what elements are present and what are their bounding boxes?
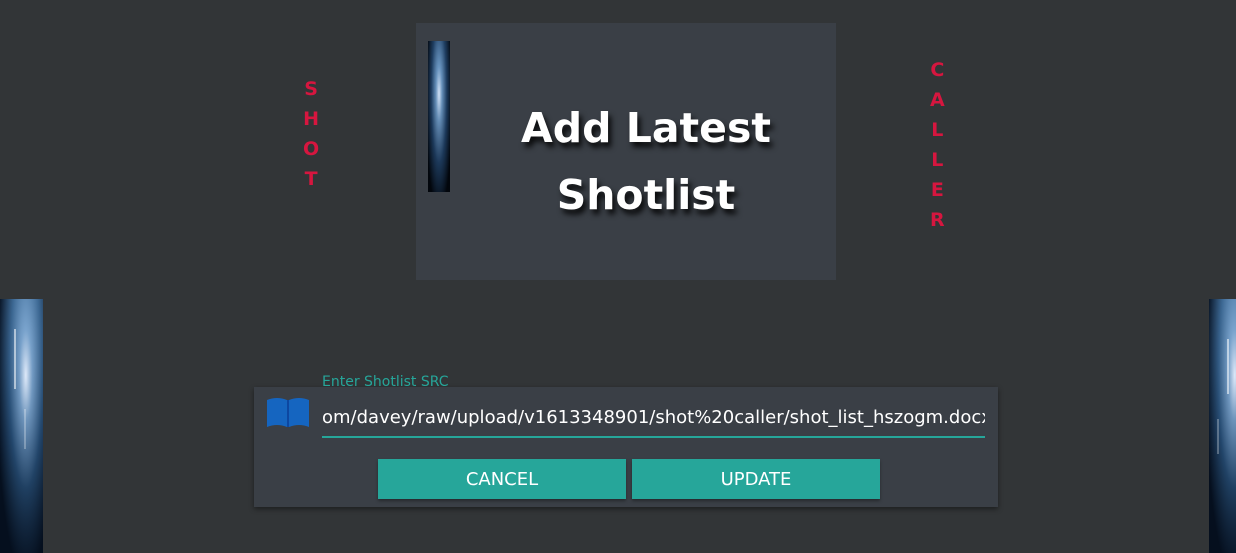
brand-letter: T: [304, 168, 318, 190]
page-title: Add Latest Shotlist: [476, 95, 816, 229]
brand-word-shot: S H O T: [303, 74, 319, 194]
brand-letter: R: [930, 209, 945, 231]
book-icon: [267, 398, 309, 427]
brand-letter: O: [303, 138, 320, 160]
brand-letter: E: [930, 179, 944, 201]
left-side-image: [0, 299, 43, 553]
header-thumbnail-image: [428, 41, 450, 192]
brand-letter: A: [930, 89, 945, 111]
page-title-line: Add Latest: [521, 104, 771, 152]
right-side-image: [1209, 299, 1236, 553]
header-card: Add Latest Shotlist: [416, 23, 836, 280]
brand-word-caller: C A L L E R: [930, 55, 945, 235]
brand-letter: L: [931, 119, 944, 141]
shotlist-src-input[interactable]: [322, 398, 985, 438]
page-title-line: Shotlist: [556, 171, 736, 219]
brand-letter: H: [303, 108, 320, 130]
brand-letter: L: [931, 149, 944, 171]
shotlist-src-label: Enter Shotlist SRC: [322, 374, 449, 390]
cancel-button[interactable]: CANCEL: [378, 459, 626, 499]
update-button[interactable]: UPDATE: [632, 459, 880, 499]
brand-letter: C: [930, 59, 945, 81]
brand-letter: S: [304, 78, 318, 100]
